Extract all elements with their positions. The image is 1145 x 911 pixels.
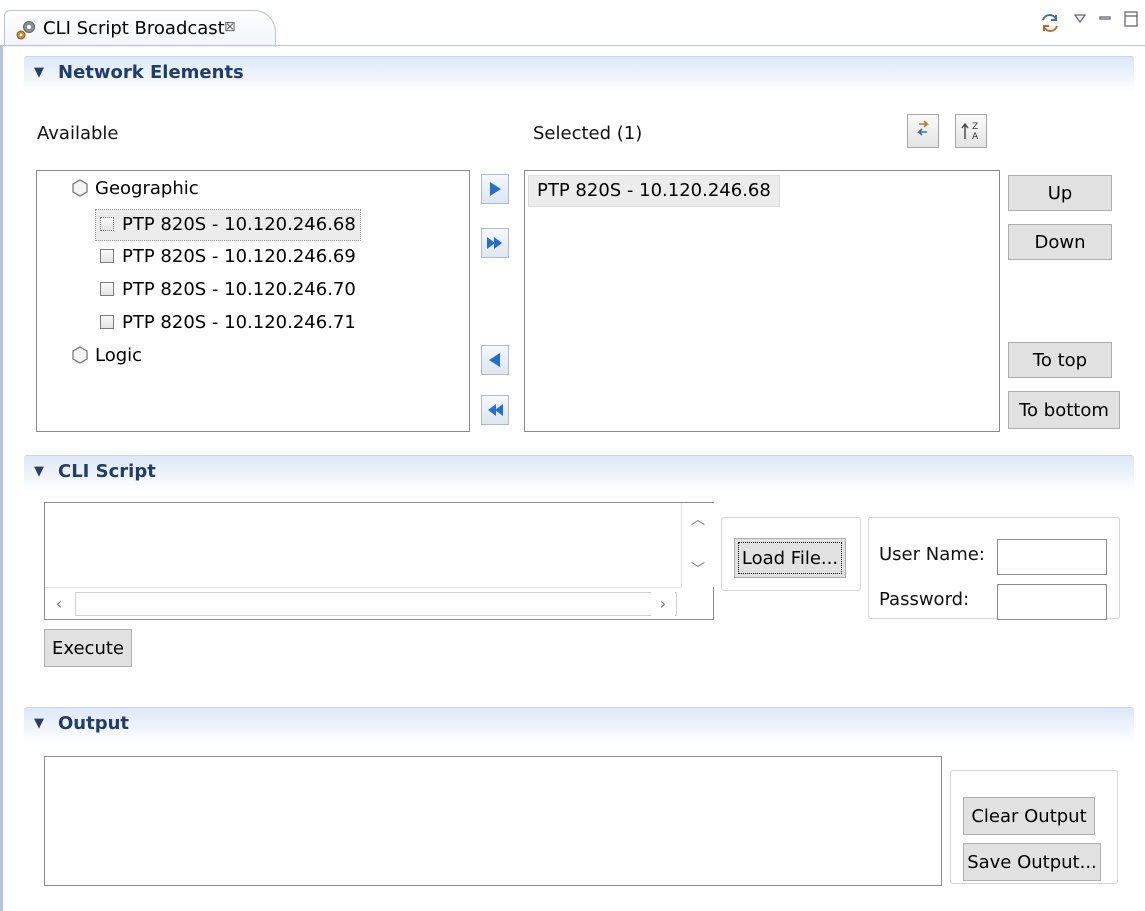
scroll-up-icon[interactable]: ︿ (682, 507, 714, 531)
collapse-arrow-icon: ▼ (34, 464, 44, 479)
view-tab[interactable]: CLI Script Broadcast ⊠ (4, 10, 276, 47)
list-item[interactable]: PTP 820S - 10.120.246.68 (528, 175, 780, 207)
vertical-scrollbar[interactable]: ︿ ﹀ (681, 503, 714, 587)
maximize-icon[interactable] (1123, 10, 1139, 28)
add-all-button[interactable] (481, 228, 509, 258)
view-left-border (0, 46, 3, 911)
section-title: Output (58, 713, 130, 734)
close-icon[interactable]: ⊠ (224, 19, 236, 35)
tree-item[interactable]: PTP 820S - 10.120.246.71 (100, 309, 356, 337)
tree-item[interactable]: PTP 820S - 10.120.246.70 (100, 276, 356, 304)
section-title: CLI Script (58, 461, 156, 482)
view-tab-title: CLI Script Broadcast (43, 18, 225, 39)
tree-item-label: PTP 820S - 10.120.246.69 (122, 246, 356, 267)
password-label: Password: (879, 589, 970, 610)
horizontal-scroll-track[interactable] (75, 592, 677, 616)
collapse-arrow-icon: ▼ (34, 716, 44, 731)
add-button[interactable] (481, 174, 509, 204)
move-all-right-icon (487, 237, 502, 249)
tab-underline (0, 45, 1145, 46)
down-button[interactable]: Down (1008, 224, 1112, 260)
available-label: Available (37, 123, 119, 144)
move-all-left-icon (488, 404, 503, 416)
password-field[interactable] (997, 584, 1107, 620)
section-title: Network Elements (58, 62, 244, 83)
collapse-arrow-icon: ▼ (34, 65, 44, 80)
view-menu-icon[interactable] (1073, 12, 1087, 24)
swap-icon (917, 120, 929, 136)
to-top-button[interactable]: To top (1008, 342, 1112, 378)
svg-text:A: A (972, 132, 979, 142)
sort-button[interactable]: Z A (955, 114, 987, 148)
tree-item-label: PTP 820S - 10.120.246.71 (122, 312, 356, 333)
tree-item[interactable]: PTP 820S - 10.120.246.69 (100, 243, 356, 271)
folder-group-icon (72, 179, 88, 197)
sort-az-icon: Z A (961, 122, 979, 142)
network-elements-section-header[interactable]: ▼ Network Elements (24, 56, 1134, 93)
cli-script-editor[interactable]: ︿ ﹀ ‹ › (44, 502, 714, 620)
user-name-label: User Name: (879, 544, 985, 565)
output-section-header[interactable]: ▼ Output (24, 707, 1134, 744)
execute-button[interactable]: Execute (44, 629, 132, 667)
network-element-icon (100, 282, 114, 296)
load-file-button[interactable]: Load File... (734, 538, 846, 578)
tree-item-label: PTP 820S - 10.120.246.70 (122, 279, 356, 300)
tree-group-logic[interactable]: Logic (71, 342, 142, 370)
svg-text:Z: Z (972, 122, 978, 132)
move-right-icon (490, 182, 501, 196)
output-actions-group: Clear Output Save Output... (950, 770, 1118, 884)
selected-label: Selected (1) (533, 123, 643, 144)
network-element-icon (100, 217, 114, 231)
to-bottom-button[interactable]: To bottom (1008, 391, 1120, 429)
selected-list[interactable]: PTP 820S - 10.120.246.68 (524, 170, 1000, 432)
gears-icon (16, 21, 35, 40)
minimize-icon[interactable] (1098, 12, 1112, 24)
network-element-icon (100, 249, 114, 263)
clear-output-button[interactable]: Clear Output (963, 797, 1095, 835)
remove-button[interactable] (481, 345, 509, 375)
tree-item-label: PTP 820S - 10.120.246.68 (122, 214, 356, 235)
user-name-field[interactable] (997, 539, 1107, 575)
available-tree[interactable]: Geographic PTP 820S - 10.120.246.68 PTP … (36, 170, 470, 432)
remove-all-button[interactable] (481, 395, 509, 425)
tree-group-geographic[interactable]: Geographic (71, 175, 199, 203)
swap-button[interactable] (907, 114, 939, 148)
tree-group-label: Logic (95, 345, 143, 366)
output-area[interactable] (44, 756, 942, 886)
cli-script-section-header[interactable]: ▼ CLI Script (24, 455, 1134, 492)
save-output-button[interactable]: Save Output... (963, 843, 1101, 881)
folder-group-icon (72, 346, 88, 364)
scroll-down-icon[interactable]: ﹀ (682, 557, 714, 581)
network-element-icon (100, 315, 114, 329)
horizontal-scrollbar[interactable]: ‹ › (45, 587, 681, 618)
load-file-group: Load File... (721, 517, 861, 591)
tree-item[interactable]: PTP 820S - 10.120.246.68 (95, 209, 361, 241)
up-button[interactable]: Up (1008, 175, 1112, 211)
scroll-right-icon[interactable]: › (651, 590, 675, 616)
tree-group-label: Geographic (95, 178, 199, 199)
scroll-left-icon[interactable]: ‹ (47, 590, 71, 616)
move-left-icon (489, 353, 500, 367)
sync-icon[interactable] (1039, 12, 1061, 34)
credentials-group: User Name: Password: (868, 517, 1120, 620)
